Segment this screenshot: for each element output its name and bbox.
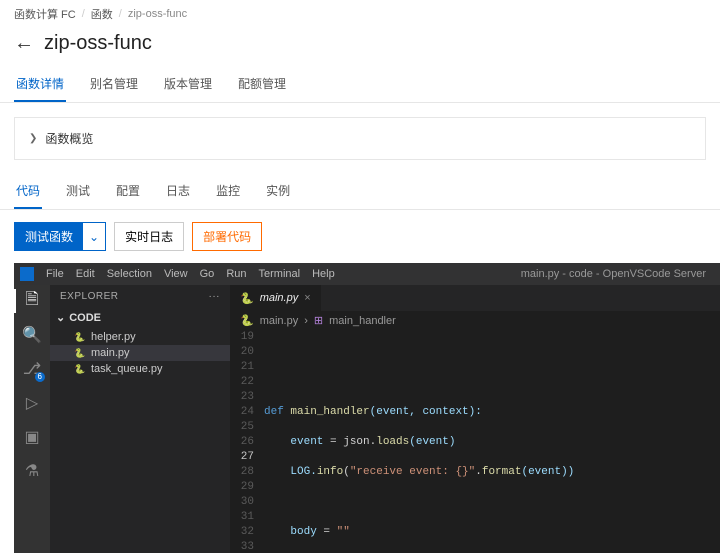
breadcrumb: 函数计算 FC / 函数 / zip-oss-func [0, 0, 720, 28]
menu-view[interactable]: View [164, 268, 188, 280]
menu-file[interactable]: File [46, 268, 64, 280]
realtime-log-button[interactable]: 实时日志 [114, 222, 184, 251]
breadcrumb-editor[interactable]: 🐍 main.py › ⊞ main_handler [230, 311, 720, 330]
file-helper[interactable]: 🐍 helper.py [50, 329, 230, 345]
menu-help[interactable]: Help [312, 268, 335, 280]
explorer-label: EXPLORER [60, 291, 118, 302]
vscode-editor: File Edit Selection View Go Run Terminal… [14, 263, 720, 553]
overview-label: 函数概览 [45, 130, 93, 147]
python-file-icon: 🐍 [240, 292, 254, 305]
chevron-right-icon: ❯ [29, 133, 37, 144]
python-file-icon: 🐍 [240, 314, 254, 327]
chevron-down-icon: ⌄ [89, 230, 99, 244]
tab-function-detail[interactable]: 函数详情 [14, 67, 66, 102]
more-icon[interactable]: ··· [209, 291, 221, 302]
close-icon[interactable]: × [304, 292, 310, 304]
menu-selection[interactable]: Selection [107, 268, 152, 280]
vscode-menubar: File Edit Selection View Go Run Terminal… [14, 263, 720, 285]
python-file-icon: 🐍 [74, 347, 86, 359]
tab-config[interactable]: 配置 [114, 174, 142, 209]
breadcrumb-sep: / [82, 8, 85, 20]
tab-code[interactable]: 代码 [14, 174, 42, 209]
tab-log[interactable]: 日志 [164, 174, 192, 209]
tab-test[interactable]: 测试 [64, 174, 92, 209]
window-title: main.py - code - OpenVSCode Server [521, 268, 706, 280]
menu-edit[interactable]: Edit [76, 268, 95, 280]
file-task-queue[interactable]: 🐍 task_queue.py [50, 361, 230, 377]
tab-instance[interactable]: 实例 [264, 174, 292, 209]
line-gutter: 19202122232425262728293031323334353637 [230, 330, 264, 553]
deploy-code-button[interactable]: 部署代码 [192, 222, 262, 251]
python-file-icon: 🐍 [74, 331, 86, 343]
explorer-sidebar: EXPLORER ··· ⌄ CODE 🐍 helper.py 🐍 main.py … [50, 285, 230, 553]
function-overview-panel[interactable]: ❯ 函数概览 [14, 117, 706, 160]
vscode-logo-icon [20, 267, 34, 281]
git-badge: 6 [35, 372, 45, 382]
crumb-symbol: main_handler [329, 315, 396, 327]
file-main[interactable]: 🐍 main.py [50, 345, 230, 361]
search-icon[interactable]: 🔍 [22, 325, 42, 345]
activity-bar: 🗎 🔍 ⎇6 ▷ ▣ ⚗ [14, 285, 50, 553]
testing-icon[interactable]: ⚗ [22, 461, 42, 481]
test-function-button[interactable]: 测试函数 [14, 222, 83, 251]
primary-tabs: 函数详情 别名管理 版本管理 配额管理 [0, 67, 720, 103]
explorer-title: EXPLORER ··· [50, 285, 230, 308]
menu-run[interactable]: Run [226, 268, 246, 280]
file-label: helper.py [91, 331, 136, 343]
tab-monitor[interactable]: 监控 [214, 174, 242, 209]
symbol-method-icon: ⊞ [314, 314, 323, 327]
code-area[interactable]: 19202122232425262728293031323334353637 d… [230, 330, 720, 553]
test-function-split-button: 测试函数 ⌄ [14, 222, 106, 251]
page-title: zip-oss-func [44, 32, 152, 55]
chevron-down-icon: ⌄ [56, 311, 65, 324]
secondary-tabs: 代码 测试 配置 日志 监控 实例 [0, 174, 720, 210]
file-label: main.py [91, 347, 130, 359]
test-function-dropdown[interactable]: ⌄ [83, 222, 106, 251]
breadcrumb-root[interactable]: 函数计算 FC [14, 6, 76, 22]
action-bar: 测试函数 ⌄ 实时日志 部署代码 [0, 210, 720, 263]
title-row: ← zip-oss-func [0, 28, 720, 67]
explorer-icon[interactable]: 🗎 [22, 291, 42, 311]
python-file-icon: 🐍 [74, 363, 86, 375]
chevron-right-icon: › [304, 315, 308, 327]
breadcrumb-sep: / [119, 8, 122, 20]
tab-label: main.py [260, 292, 299, 304]
editor-tabs: 🐍 main.py × [230, 285, 720, 311]
breadcrumb-current: zip-oss-func [128, 8, 187, 20]
folder-root[interactable]: ⌄ CODE [50, 308, 230, 327]
source-control-icon[interactable]: ⎇6 [22, 359, 42, 379]
run-debug-icon[interactable]: ▷ [22, 393, 42, 413]
tab-alias-mgmt[interactable]: 别名管理 [88, 67, 140, 102]
menu-terminal[interactable]: Terminal [259, 268, 301, 280]
back-arrow-icon[interactable]: ← [14, 32, 34, 55]
file-label: task_queue.py [91, 363, 163, 375]
tab-quota-mgmt[interactable]: 配额管理 [236, 67, 288, 102]
editor-group: 🐍 main.py × 🐍 main.py › ⊞ main_handler 1… [230, 285, 720, 553]
file-tree: 🐍 helper.py 🐍 main.py 🐍 task_queue.py [50, 327, 230, 379]
tab-version-mgmt[interactable]: 版本管理 [162, 67, 214, 102]
editor-tab-main[interactable]: 🐍 main.py × [230, 285, 322, 311]
menu-go[interactable]: Go [200, 268, 215, 280]
breadcrumb-functions[interactable]: 函数 [91, 6, 113, 22]
folder-root-label: CODE [69, 312, 101, 324]
crumb-file: main.py [260, 315, 299, 327]
code-lines[interactable]: def main_handler(event, context): event … [264, 330, 720, 553]
extensions-icon[interactable]: ▣ [22, 427, 42, 447]
